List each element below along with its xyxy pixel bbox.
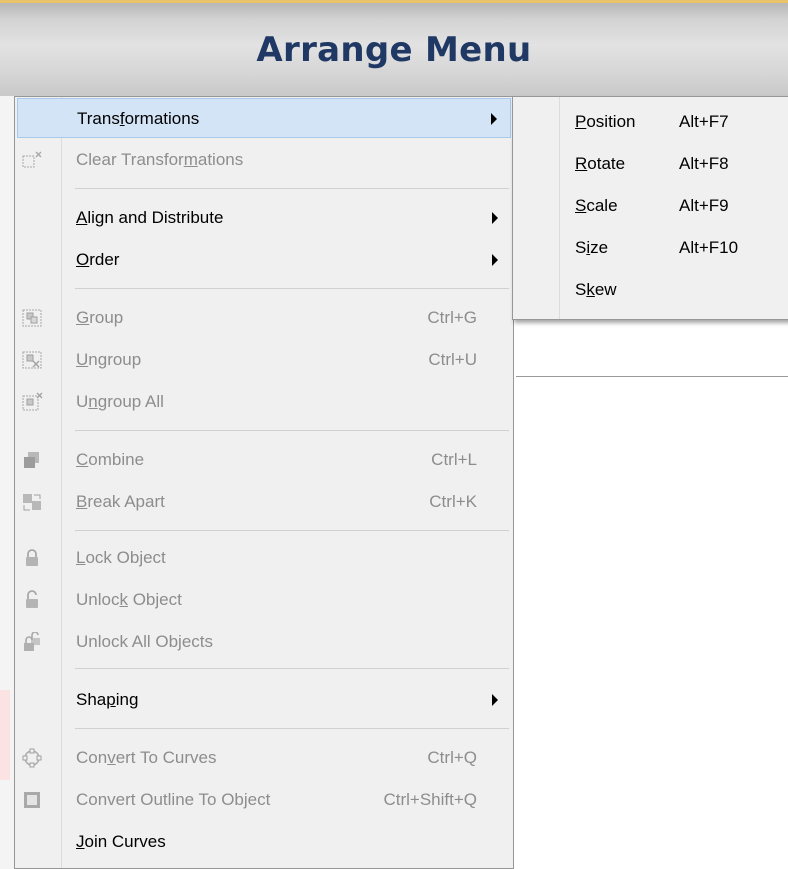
combine-icon bbox=[24, 452, 39, 468]
submenu-arrow-icon bbox=[491, 113, 497, 125]
menu-item-shaping[interactable]: Shaping bbox=[17, 680, 511, 720]
shortcut-label: Ctrl+L bbox=[431, 450, 477, 469]
menu-item-ungroup[interactable]: Ungroup Ctrl+U bbox=[17, 340, 511, 380]
menu-item-transformations[interactable]: Transformations bbox=[17, 98, 511, 138]
menu-separator bbox=[75, 530, 509, 531]
menu-item-ungroup-all[interactable]: Ungroup All bbox=[17, 382, 511, 422]
shortcut-label: Alt+F9 bbox=[679, 196, 729, 215]
ungroup-all-icon bbox=[22, 392, 43, 411]
menu-item-order[interactable]: Order bbox=[17, 240, 511, 280]
submenu-arrow-icon bbox=[492, 254, 498, 266]
menu-item-combine[interactable]: Combine Ctrl+L bbox=[17, 440, 511, 480]
menu-item-break-apart[interactable]: Break Apart Ctrl+K bbox=[17, 482, 511, 522]
submenu-arrow-icon bbox=[492, 212, 498, 224]
shortcut-label: Ctrl+Shift+Q bbox=[383, 790, 477, 809]
lock-icon bbox=[26, 549, 38, 566]
unlock-all-icon bbox=[24, 632, 40, 651]
menu-separator bbox=[75, 288, 509, 289]
shortcut-label: Alt+F7 bbox=[679, 112, 729, 131]
shortcut-label: Ctrl+U bbox=[428, 350, 477, 369]
menu-separator bbox=[75, 430, 509, 431]
submenu-item-rotate[interactable]: Rotate Alt+F8 bbox=[515, 143, 785, 185]
arrange-menu: Transformations Clear Transformations Al… bbox=[14, 96, 514, 869]
menu-item-convert-to-curves[interactable]: Convert To Curves Ctrl+Q bbox=[17, 738, 511, 778]
background-divider bbox=[516, 376, 788, 377]
menu-item-convert-outline-to-object[interactable]: Convert Outline To Object Ctrl+Shift+Q bbox=[17, 780, 511, 820]
transformations-submenu: Position Alt+F7 Rotate Alt+F8 Scale Alt+… bbox=[512, 96, 788, 320]
menu-separator bbox=[75, 668, 509, 669]
menu-item-join-curves[interactable]: Join Curves bbox=[17, 822, 511, 862]
menu-separator bbox=[75, 728, 509, 729]
menu-item-align-and-distribute[interactable]: Align and Distribute bbox=[17, 198, 511, 238]
title-banner: Arrange Menu bbox=[0, 0, 788, 96]
shortcut-label: Alt+F8 bbox=[679, 154, 729, 173]
shortcut-label: Alt+F10 bbox=[679, 238, 739, 257]
clear-transform-icon bbox=[22, 151, 42, 168]
submenu-item-skew[interactable]: Skew bbox=[515, 269, 785, 311]
banner-title: Arrange Menu bbox=[256, 30, 532, 70]
shortcut-label: Ctrl+K bbox=[429, 492, 477, 511]
shortcut-label: Ctrl+G bbox=[427, 308, 477, 327]
menu-item-unlock-object[interactable]: Unlock Object bbox=[17, 580, 511, 620]
convert-curves-icon bbox=[22, 748, 42, 768]
unlock-icon bbox=[26, 590, 38, 608]
group-icon bbox=[22, 309, 42, 327]
shortcut-label: Ctrl+Q bbox=[427, 748, 477, 767]
menu-item-clear-transformations[interactable]: Clear Transformations bbox=[17, 140, 511, 180]
menu-separator bbox=[75, 188, 509, 189]
submenu-item-scale[interactable]: Scale Alt+F9 bbox=[515, 185, 785, 227]
menu-item-lock-object[interactable]: Lock Object bbox=[17, 538, 511, 578]
ungroup-icon bbox=[22, 351, 42, 369]
submenu-arrow-icon bbox=[492, 694, 498, 706]
convert-outline-icon bbox=[24, 792, 40, 808]
submenu-item-position[interactable]: Position Alt+F7 bbox=[515, 101, 785, 143]
menu-item-unlock-all-objects[interactable]: Unlock All Objects bbox=[17, 622, 511, 662]
break-apart-icon bbox=[23, 494, 41, 511]
background-decoration bbox=[0, 690, 10, 780]
menu-item-group[interactable]: Group Ctrl+G bbox=[17, 298, 511, 338]
submenu-item-size[interactable]: Size Alt+F10 bbox=[515, 227, 785, 269]
